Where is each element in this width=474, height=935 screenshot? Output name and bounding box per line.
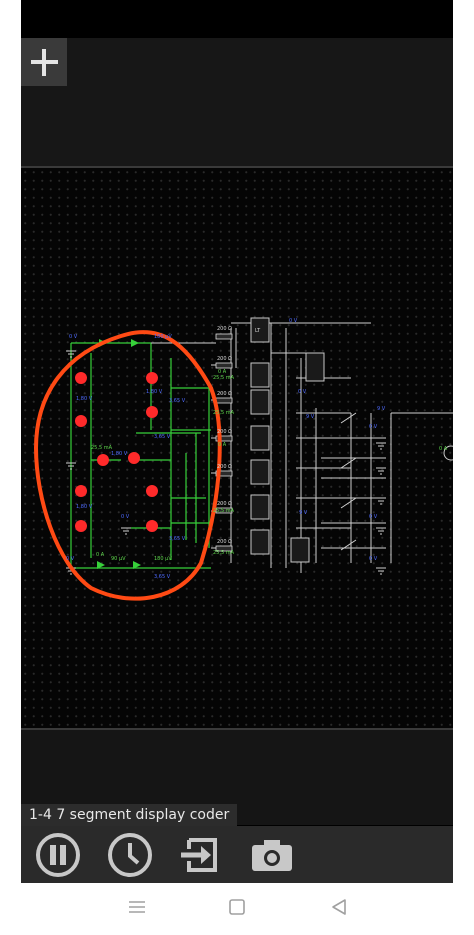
annotation-circle <box>33 330 222 601</box>
circuit-canvas[interactable]: 0 V 180 μV 3,65 V 3,65 V 3,65 V 3,65 V 1… <box>21 168 453 728</box>
label-uv-bottom2: 180 μV <box>154 556 172 562</box>
label-v0a: 0 V <box>66 556 75 562</box>
label-uv-bottom: 90 μV <box>111 556 126 562</box>
label-ma-b: 25,5 mA <box>213 410 235 416</box>
simulation-controls <box>21 826 453 883</box>
menu-icon <box>129 901 145 913</box>
home-button[interactable] <box>225 895 249 919</box>
back-triangle-icon <box>332 899 346 915</box>
label-v365b: 3,65 V <box>154 434 171 440</box>
menu-button[interactable] <box>125 895 149 919</box>
square-icon <box>229 899 245 915</box>
simulation-speed-button[interactable] <box>105 831 155 879</box>
label-v365a: 3,65 V <box>169 398 186 404</box>
label-v9c: 9 V <box>299 510 308 516</box>
switches <box>340 412 357 551</box>
pause-icon <box>36 833 80 877</box>
label-v365c: 3,65 V <box>154 574 171 580</box>
label-a0b: 0 A <box>218 369 227 375</box>
label-ohm-a: 200 Ω <box>217 326 232 332</box>
import-button[interactable] <box>175 831 225 879</box>
label-ohm-b: 200 Ω <box>217 356 232 362</box>
label-v0c: 0 V <box>289 318 298 324</box>
label-v0e: 0 V <box>369 424 378 430</box>
label-ma-c: 25,5 mA <box>91 445 113 451</box>
label-v180l: 1,80 V <box>76 396 93 402</box>
label-ma-a: 25,5 mA <box>213 375 235 381</box>
camera-icon <box>252 840 292 871</box>
label-ohm-e: 200 Ω <box>217 464 232 470</box>
label-v0d: 0 V <box>298 389 307 395</box>
status-bar <box>21 0 453 38</box>
logic-gates <box>250 317 325 563</box>
label-v9a: 9 V <box>306 414 315 420</box>
screenshot-button[interactable] <box>247 831 297 879</box>
label-v-top: 0 V <box>69 334 78 340</box>
wires-left <box>70 342 211 569</box>
label-ohm-f: 200 Ω <box>217 501 232 507</box>
label-v180lr: 1,80 V <box>76 504 93 510</box>
label-v0g: 0 V <box>369 556 378 562</box>
label-v9b: 9 V <box>377 406 386 412</box>
label-v0f: 0 V <box>369 514 378 520</box>
label-a0c: 0 A <box>218 442 227 448</box>
label-ohm-c: 200 Ω <box>217 391 232 397</box>
label-v365d: 3,65 V <box>169 536 186 542</box>
clock-icon <box>108 833 152 877</box>
import-icon <box>181 838 217 872</box>
label-v0b: 0 V <box>121 514 130 520</box>
app-frame: 0 V 180 μV 3,65 V 3,65 V 3,65 V 3,65 V 1… <box>21 0 453 883</box>
circuit-diagram: 0 V 180 μV 3,65 V 3,65 V 3,65 V 3,65 V 1… <box>33 317 453 601</box>
pause-button[interactable] <box>33 831 83 879</box>
circuit-name-label: 1-4 7 segment display coder <box>21 804 238 826</box>
label-uv-top: 180 μV <box>154 334 172 340</box>
label-a0: 0 A <box>96 552 105 558</box>
back-button[interactable] <box>327 895 351 919</box>
label-ma-d: 25,5 mA <box>213 508 235 514</box>
label-ohm-g: 200 Ω <box>217 539 232 545</box>
label-a0d: 0 A <box>439 446 448 452</box>
add-component-button[interactable] <box>21 38 67 86</box>
top-toolbar <box>21 38 453 166</box>
label-ohm-d: 200 Ω <box>217 429 232 435</box>
label-v180m: 1,80 V <box>146 389 163 395</box>
label-v180r: 1,80 V <box>111 451 128 457</box>
system-nav-bar <box>0 883 474 935</box>
label-ma-e: 25,5 mA <box>213 550 235 556</box>
